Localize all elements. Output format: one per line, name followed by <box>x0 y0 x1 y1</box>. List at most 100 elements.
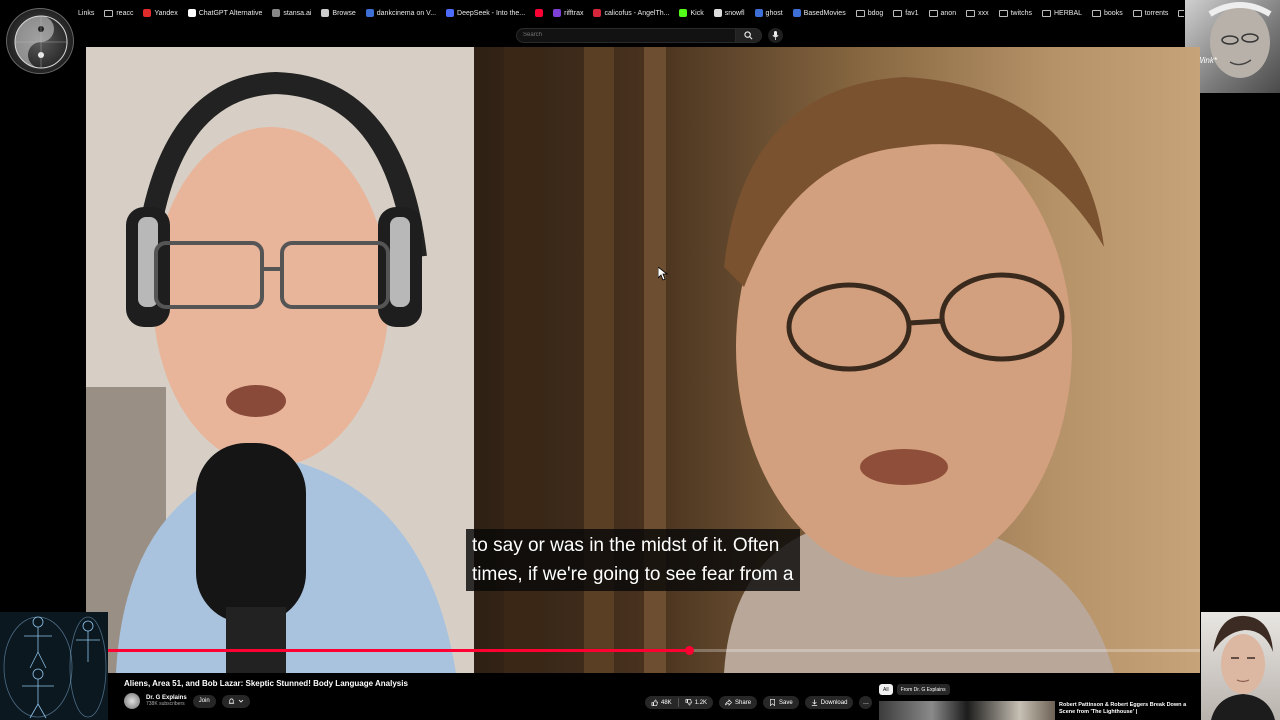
like-button[interactable]: 48K <box>645 699 678 706</box>
v-icon <box>365 9 374 17</box>
save-label: Save <box>779 699 793 706</box>
folder-icon <box>855 9 865 17</box>
bookmark-item[interactable]: Yandex <box>143 9 178 17</box>
join-button[interactable]: Join <box>192 694 216 708</box>
bookmark-item[interactable]: fav1 <box>893 9 919 17</box>
bookmark-item[interactable]: calicofus - AngelTh... <box>593 9 669 17</box>
dislike-button[interactable]: 1.2K <box>679 699 713 706</box>
bookmark-label: torrents <box>1144 9 1169 17</box>
folder-icon <box>104 9 114 17</box>
rifftrax-icon <box>553 9 562 17</box>
bookmark-item[interactable]: dankcinema on V... <box>365 9 437 17</box>
recommended-video-title[interactable]: Robert Pattinson & Robert Eggers Break D… <box>1059 702 1194 716</box>
share-button[interactable]: Share <box>719 696 758 709</box>
caption-line: times, if we're going to see fear from a <box>472 564 794 585</box>
video-player[interactable]: to say or was in the midst of it. Often … <box>86 47 1200 673</box>
folder-icon <box>1092 9 1102 17</box>
more-icon: ... <box>863 699 869 706</box>
bookmark-item[interactable]: HERBAL <box>1042 9 1083 17</box>
like-count: 48K <box>661 699 672 706</box>
folder-icon <box>928 9 938 17</box>
bookmark-item[interactable]: DeepSeek - Into the... <box>446 9 525 17</box>
gear-icon <box>272 9 281 17</box>
a-icon <box>593 9 602 17</box>
bookmark-item[interactable]: rifftrax <box>553 9 583 17</box>
folder-icon <box>1042 9 1051 17</box>
bookmark-item[interactable]: Kick <box>679 9 704 17</box>
bell-icon <box>228 698 234 704</box>
bookmark-label: twitchs <box>1010 9 1032 17</box>
dislike-count: 1.2K <box>694 699 708 706</box>
bookmark-label: Browse <box>332 9 356 17</box>
bookmark-item[interactable]: ghost <box>754 9 783 17</box>
recommended-video-thumbnail[interactable] <box>879 701 1055 720</box>
portrait-overlay <box>1201 612 1280 720</box>
voice-search-button[interactable] <box>768 27 783 43</box>
bookmark-label: ghost <box>765 9 783 17</box>
progress-fill <box>108 649 689 652</box>
chip-from-channel[interactable]: From Dr. G Explains <box>896 684 950 695</box>
scrubber-handle[interactable] <box>684 646 694 655</box>
deepseek-icon <box>446 9 455 17</box>
channel-avatar[interactable] <box>124 693 140 709</box>
bookmark-label: stansa.ai <box>283 9 312 17</box>
wireframe-figures-overlay <box>0 612 108 720</box>
s-icon <box>713 9 722 17</box>
chevron-down-icon <box>238 699 243 703</box>
bookmark-item[interactable]: books <box>1092 9 1123 17</box>
screen: Links reacc Yandex ChatGPT Alternative stans… <box>0 0 1280 720</box>
search-button[interactable] <box>736 27 762 43</box>
bookmark-item[interactable]: Skola <box>1178 9 1184 17</box>
bookmark-label: fav1 <box>905 9 919 17</box>
portrait-face-image <box>1211 615 1275 720</box>
bookmark-label: anon <box>940 9 957 17</box>
bookmark-item[interactable]: Browse <box>321 9 356 17</box>
bookmark-label: bdog <box>867 9 884 17</box>
bookmark-item[interactable]: BasedMovies <box>792 9 846 17</box>
search-icon <box>744 30 753 39</box>
bookmark-item[interactable]: ChatGPT Alternative <box>187 9 262 17</box>
caption-box: to say or was in the midst of it. Often … <box>466 529 800 591</box>
bookmark-icon <box>770 699 776 706</box>
folder-icon <box>1178 9 1184 17</box>
bookmark-item[interactable]: twitchs <box>998 9 1032 17</box>
microphone-icon <box>772 30 779 40</box>
wireframe-figures-image <box>3 616 107 719</box>
bookmark-item[interactable]: reacc <box>104 9 133 17</box>
bookmark-label: DeepSeek - Into the... <box>457 9 526 17</box>
bookmark-item[interactable]: xxx <box>966 9 989 17</box>
bookmark-label: xxx <box>978 9 989 17</box>
download-icon <box>811 699 817 706</box>
video-progress-bar[interactable] <box>108 646 1200 655</box>
bookmark-label: calicofus - AngelTh... <box>604 9 670 17</box>
video-title: Aliens, Area 51, and Bob Lazar: Skeptic … <box>124 679 408 688</box>
yandex-icon <box>143 9 152 17</box>
bookmark-label: books <box>1104 9 1123 17</box>
download-button[interactable]: Download <box>804 696 854 709</box>
subscribed-button[interactable] <box>221 694 250 708</box>
bookmark-label: Yandex <box>154 9 178 17</box>
more-actions-button[interactable]: ... <box>859 696 873 709</box>
channel-info: Dr. G Explains 738K subscribers <box>146 695 187 707</box>
save-button[interactable]: Save <box>763 696 799 709</box>
recommendation-chips: All From Dr. G Explains <box>879 684 950 695</box>
bookmark-item[interactable]: snowfl <box>713 9 745 17</box>
search-input[interactable] <box>516 27 736 43</box>
bookmarks-bar: Links reacc Yandex ChatGPT Alternative stans… <box>78 5 1184 21</box>
bookmark-item[interactable]: Links <box>78 10 94 17</box>
kick-icon <box>679 9 688 17</box>
bookmark-item[interactable]: torrents <box>1132 9 1169 17</box>
bookmark-label: HERBAL <box>1054 9 1083 17</box>
video-left-speaker-panel <box>86 47 474 673</box>
youtube-icon <box>535 9 544 17</box>
bookmark-item[interactable] <box>535 9 544 17</box>
chip-all[interactable]: All <box>879 684 893 695</box>
thumbs-up-icon <box>651 699 658 706</box>
bookmark-label: dankcinema on V... <box>376 9 437 17</box>
bookmark-item[interactable]: bdog <box>855 9 884 17</box>
subscriber-count: 738K subscribers <box>146 701 185 707</box>
yin-yang-icon <box>14 15 68 69</box>
bookmark-item[interactable]: anon <box>928 9 957 17</box>
bookmark-label: Links <box>78 9 95 17</box>
bookmark-item[interactable]: stansa.ai <box>272 9 311 17</box>
